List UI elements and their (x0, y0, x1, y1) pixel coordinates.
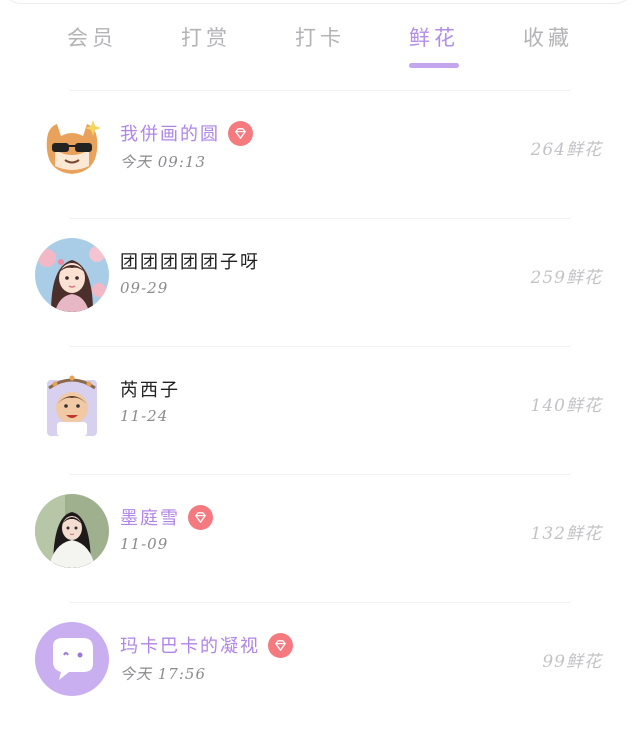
diamond-icon (268, 632, 293, 658)
timestamp: 11-09 (120, 535, 169, 553)
flower-count: 99鲜花 (542, 652, 602, 672)
user-name[interactable]: 我併画的圆 (120, 120, 220, 146)
cartoon-cat-sunglasses-icon[interactable] (35, 110, 109, 184)
diamond-icon (228, 120, 253, 146)
timestamp: 11-24 (120, 407, 169, 425)
flower-count: 259鲜花 (530, 268, 602, 288)
tab-favorites[interactable]: 收藏 (498, 22, 598, 52)
list-item[interactable]: 玛卡巴卡的凝视 今天 17:56 99鲜花 (0, 603, 640, 730)
tab-membership[interactable]: 会员 (42, 22, 142, 52)
flower-count: 132鲜花 (530, 524, 602, 544)
timestamp: 今天 17:56 (120, 665, 206, 683)
tab-checkin[interactable]: 打卡 (270, 22, 370, 52)
tab-flowers[interactable]: 鲜花 (384, 22, 484, 52)
tab-bar: 会员 打赏 打卡 鲜花 收藏 (0, 0, 640, 80)
list-item[interactable]: 芮西子 11-24 140鲜花 (0, 347, 640, 474)
list-item[interactable]: 墨庭雪 11-09 132鲜花 (0, 475, 640, 602)
girl-portrait-icon[interactable] (35, 238, 109, 312)
user-name[interactable]: 墨庭雪 (120, 504, 180, 530)
timestamp: 今天 09:13 (120, 153, 206, 171)
flower-ranking-list: 我併画的圆 今天 09:13 264鲜花 团团团团团子呀 09-29 259鲜花… (0, 90, 640, 730)
timestamp: 09-29 (120, 279, 169, 297)
diamond-icon (188, 504, 213, 530)
chat-bubble-icon[interactable] (35, 622, 109, 696)
cartoon-kid-icon[interactable] (35, 366, 109, 440)
user-name[interactable]: 玛卡巴卡的凝视 (120, 632, 260, 658)
user-name[interactable]: 芮西子 (120, 376, 180, 402)
active-tab-indicator (409, 63, 459, 68)
user-name[interactable]: 团团团团团子呀 (120, 248, 260, 274)
list-item[interactable]: 我併画的圆 今天 09:13 264鲜花 (0, 91, 640, 218)
tab-tipping[interactable]: 打赏 (156, 22, 256, 52)
list-item[interactable]: 团团团团团子呀 09-29 259鲜花 (0, 219, 640, 346)
woman-portrait-icon[interactable] (35, 494, 109, 568)
flower-count: 264鲜花 (530, 140, 602, 160)
flower-count: 140鲜花 (530, 396, 602, 416)
